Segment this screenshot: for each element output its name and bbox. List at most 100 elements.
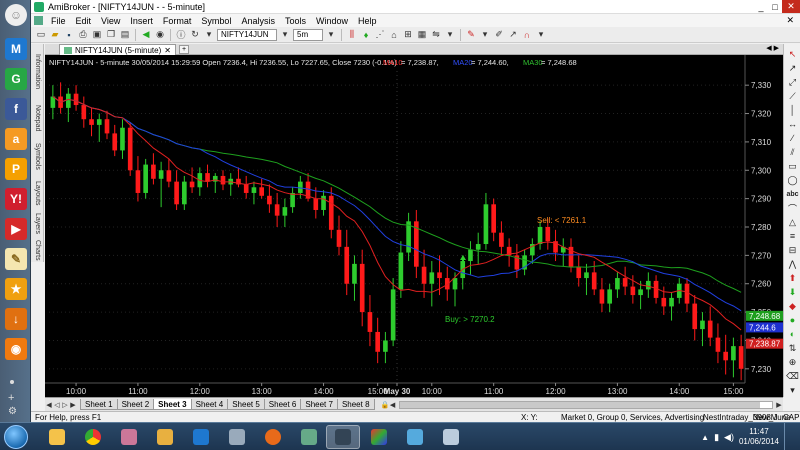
print-icon[interactable]: ⎙ (77, 29, 89, 41)
save-icon[interactable]: ▪ (63, 29, 75, 41)
taskbar-calculator-icon[interactable] (220, 425, 254, 449)
clock[interactable]: 11:47 01/06/2014 (739, 427, 779, 447)
sheet-tab-4[interactable]: Sheet 4 (190, 399, 229, 410)
new-file-icon[interactable]: ▭ (35, 29, 47, 41)
taskbar-explorer-icon[interactable] (40, 425, 74, 449)
close-button[interactable]: ✕ (782, 0, 800, 13)
symbol-dropdown-icon[interactable]: ▾ (279, 29, 291, 41)
delete-tool-icon[interactable]: ⌫ (786, 370, 799, 382)
triangle-tool-icon[interactable]: △ (786, 216, 799, 228)
bar-chart-icon[interactable]: ♦ (360, 29, 372, 41)
magnet-icon[interactable]: ∩ (521, 29, 533, 41)
sheet-prev-icon[interactable]: ◁ (53, 401, 61, 409)
network-icon[interactable]: ▮ (714, 432, 719, 443)
zigzag-tool-icon[interactable]: ⋀ (786, 258, 799, 270)
maxthon-icon[interactable]: M (5, 38, 27, 60)
tab-charts[interactable]: Charts (31, 238, 44, 262)
menu-edit[interactable]: Edit (71, 16, 97, 26)
menu-insert[interactable]: Insert (125, 16, 158, 26)
sheet-tab-8[interactable]: Sheet 8 (336, 399, 375, 410)
smiley-icon[interactable]: ☺ (5, 4, 27, 26)
more-icon[interactable]: ▾ (444, 29, 456, 41)
menu-analysis[interactable]: Analysis (236, 16, 280, 26)
menu-symbol[interactable]: Symbol (196, 16, 236, 26)
tab-notepad[interactable]: Notepad (31, 100, 44, 136)
new-tab-button[interactable]: + (179, 45, 189, 54)
lock-icon[interactable]: 🔒 (381, 401, 390, 409)
cycle-tool-icon[interactable]: ◐ (786, 328, 799, 340)
doc-icon[interactable] (34, 16, 43, 25)
refresh-icon[interactable]: ↻ (189, 29, 201, 41)
sheet-first-icon[interactable]: ◀ (45, 401, 53, 409)
candle-chart-icon[interactable]: ⫼ (346, 29, 358, 41)
text-tool-icon[interactable]: abc (786, 188, 799, 200)
taskbar-tool-icon[interactable] (112, 425, 146, 449)
sheet-next-icon[interactable]: ▷ (61, 401, 69, 409)
sheet-tab-1[interactable]: Sheet 1 (80, 399, 118, 410)
forward-icon[interactable]: ◉ (154, 29, 166, 41)
price-chart[interactable]: 7,330 7,320 7,310 7,300 7,290 7,280 7,270 7,260… (45, 55, 783, 397)
interval-dropdown-icon[interactable]: ▾ (325, 29, 337, 41)
taskbar-media-icon[interactable] (256, 425, 290, 449)
print-preview-icon[interactable]: ▣ (91, 29, 103, 41)
parallel-tool-icon[interactable]: ⫽ (786, 146, 799, 158)
arrow-up-tool-icon[interactable]: ⬆ (786, 272, 799, 284)
rectangle-tool-icon[interactable]: ▭ (786, 160, 799, 172)
tab-layouts[interactable]: Layouts (31, 176, 44, 210)
settings-icon[interactable]: ⚙ (8, 406, 17, 417)
menu-help[interactable]: Help (353, 16, 382, 26)
doc-tab-nifty[interactable]: NIFTY14JUN (5-minute) ✕ (59, 44, 176, 55)
menu-file[interactable]: File (46, 16, 71, 26)
interval-select[interactable]: 5m (293, 28, 323, 41)
document-close-button[interactable]: ✕ (780, 15, 800, 26)
sell-marker-icon[interactable]: ◆ (786, 300, 799, 312)
open-folder-icon[interactable]: ▰ (49, 29, 61, 41)
horizontal-line-icon[interactable]: ↔ (786, 118, 799, 130)
menu-window[interactable]: Window (311, 16, 353, 26)
back-icon[interactable]: ◀ (140, 29, 152, 41)
volume-icon[interactable]: ◀) (724, 432, 734, 443)
sheet-tab-6[interactable]: Sheet 6 (263, 399, 302, 410)
doc-tab-close-icon[interactable]: ✕ (164, 46, 171, 55)
show-desktop-button[interactable] (784, 423, 792, 450)
taskbar-chart-icon[interactable] (398, 425, 432, 449)
amazon-icon[interactable]: a (5, 128, 27, 150)
menu-view[interactable]: View (96, 16, 125, 26)
taskbar-trading-icon[interactable] (362, 425, 396, 449)
vertical-line-icon[interactable]: │ (786, 104, 799, 116)
pointer-tool-icon[interactable]: ↖ (786, 48, 799, 60)
sheet-tab-7[interactable]: Sheet 7 (300, 399, 338, 410)
color-dropdown-icon[interactable]: ▾ (479, 29, 491, 41)
taskbar-app-icon[interactable] (292, 425, 326, 449)
arrow-down-tool-icon[interactable]: ⬇ (786, 286, 799, 298)
flip-tool-icon[interactable]: ⇅ (786, 342, 799, 354)
download-icon[interactable]: ↓ (5, 308, 27, 330)
toolbar-expand-icon[interactable]: ▾ (786, 384, 799, 396)
menu-format[interactable]: Format (158, 16, 197, 26)
chart-svg[interactable]: 7,330 7,320 7,310 7,300 7,290 7,280 7,270 7,260… (45, 55, 783, 397)
tab-information[interactable]: Information (31, 46, 44, 98)
arc-tool-icon[interactable]: ⌒ (786, 202, 799, 214)
gann-tool-icon[interactable]: ⊟ (786, 244, 799, 256)
taskbar-folder-icon[interactable] (148, 425, 182, 449)
youtube-icon[interactable]: ▶ (5, 218, 27, 240)
minimize-button[interactable]: _ (754, 0, 768, 13)
measure-tool-icon[interactable]: ⊕ (786, 356, 799, 368)
sheet-last-icon[interactable]: ▶ (69, 401, 77, 409)
tray-arrow-icon[interactable]: ▲ (701, 433, 709, 442)
scroll-right-icon[interactable]: ▶ (775, 401, 783, 409)
channel-tool-icon[interactable]: ∕ (786, 132, 799, 144)
copy-icon[interactable]: ❐ (105, 29, 117, 41)
scroll-icon[interactable]: ⇋ (430, 29, 442, 41)
taskbar-window-icon[interactable] (434, 425, 468, 449)
trend-tool-icon[interactable]: ⟋ (786, 90, 799, 102)
pen-icon[interactable]: ✎ (465, 29, 477, 41)
toolbar-more-icon[interactable]: ▾ (535, 29, 547, 41)
scroll-left-icon[interactable]: ◀ (389, 401, 397, 409)
tab-scroll-arrows[interactable]: ◀ ▶ (766, 44, 779, 52)
tab-symbols[interactable]: Symbols (31, 138, 44, 174)
paypal-icon[interactable]: P (5, 158, 27, 180)
sheet-tab-3[interactable]: Sheet 3 (153, 399, 192, 410)
scrollbar-thumb[interactable] (399, 401, 760, 408)
fib-icon[interactable]: ↗ (507, 29, 519, 41)
